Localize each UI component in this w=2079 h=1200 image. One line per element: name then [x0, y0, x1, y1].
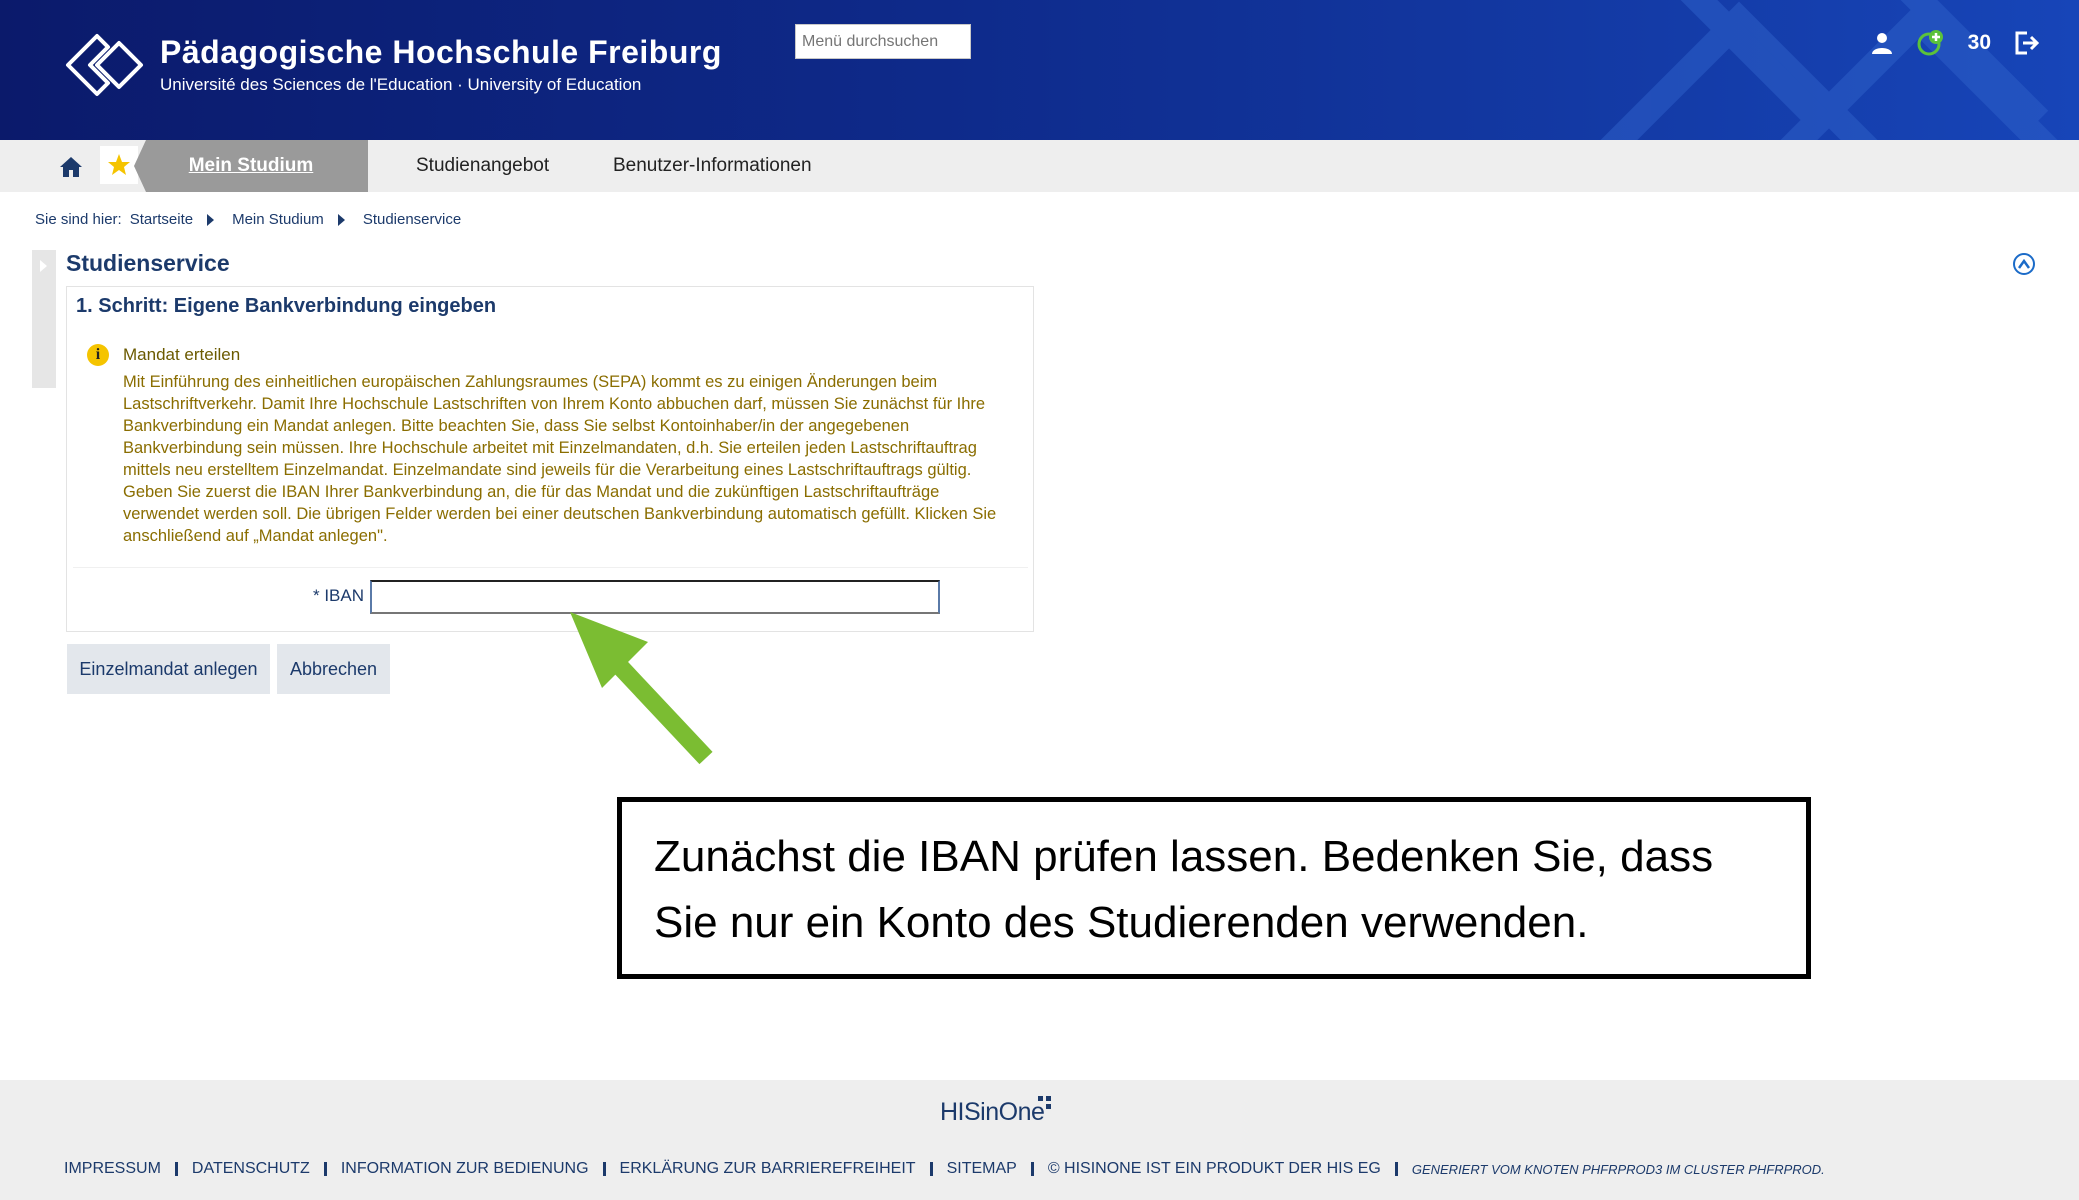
- logo-icon[interactable]: [64, 32, 146, 98]
- user-icon[interactable]: [1870, 31, 1894, 55]
- university-subtitle: Université des Sciences de l'Education ·…: [160, 75, 642, 94]
- breadcrumb-separator: [337, 213, 345, 226]
- university-title[interactable]: Pädagogische Hochschule Freiburg: [160, 34, 722, 71]
- info-icon: i: [87, 344, 109, 366]
- tab-mein-studium[interactable]: Mein Studium: [134, 140, 368, 192]
- menu-search-input[interactable]: [795, 24, 971, 59]
- tab-studienangebot[interactable]: Studienangebot: [416, 140, 549, 192]
- breadcrumb-mein-studium[interactable]: Mein Studium: [232, 211, 324, 228]
- step-title: 1. Schritt: Eigene Bankverbindung eingeb…: [76, 295, 497, 317]
- breadcrumb-separator: [207, 213, 215, 226]
- callout-line-1: Zunächst die IBAN prüfen lassen. Bedenke…: [654, 832, 1714, 881]
- header-decoration: [1600, 0, 2058, 140]
- iban-row: * IBAN: [73, 567, 1028, 617]
- footer-link-barrierefreiheit[interactable]: ERKLÄRUNG ZUR BARRIEREFREIHEIT: [620, 1160, 916, 1178]
- star-icon: [108, 154, 130, 175]
- main-navigation: Mein Studium Studienangebot Benutzer-Inf…: [0, 140, 2079, 192]
- notification-count: 30: [1967, 31, 1991, 54]
- notification-icon[interactable]: [1916, 28, 1946, 58]
- footer-logo[interactable]: HISinOne: [940, 1096, 1051, 1127]
- breadcrumb-studienservice[interactable]: Studienservice: [363, 211, 461, 228]
- cancel-button[interactable]: Abbrechen: [277, 644, 390, 694]
- favorites-button[interactable]: [100, 146, 138, 184]
- breadcrumb-startseite[interactable]: Startseite: [130, 211, 193, 228]
- page-title: Studienservice: [66, 250, 230, 276]
- tab-benutzer-informationen[interactable]: Benutzer-Informationen: [613, 140, 812, 192]
- logo-dots-icon: [1038, 1096, 1051, 1109]
- footer-link-his-eg[interactable]: © HISINONE IST EIN PRODUKT DER HIS EG: [1048, 1160, 1381, 1178]
- footer-link-sitemap[interactable]: SITEMAP: [947, 1160, 1017, 1178]
- footer-links: IMPRESSUM DATENSCHUTZ INFORMATION ZUR BE…: [64, 1160, 1825, 1178]
- footer-link-bedienung[interactable]: INFORMATION ZUR BEDIENUNG: [341, 1160, 589, 1178]
- footer-generated-text: GENERIERT VOM KNOTEN PHFRPROD3 IM CLUSTE…: [1411, 1161, 1825, 1177]
- callout-line-2: Sie nur ein Konto des Studierenden verwe…: [654, 898, 1589, 947]
- collapse-up-icon[interactable]: [2013, 253, 2035, 275]
- info-text: Mit Einführung des einheitlichen europäi…: [123, 373, 997, 545]
- footer: HISinOne IMPRESSUM DATENSCHUTZ INFORMATI…: [0, 1080, 2079, 1200]
- info-heading: Mandat erteilen: [123, 345, 241, 364]
- footer-logo-text: HISinOne: [940, 1098, 1045, 1126]
- annotation-arrow-icon: [570, 612, 713, 765]
- header-icons: 30: [1870, 28, 2039, 58]
- footer-link-impressum[interactable]: IMPRESSUM: [64, 1160, 161, 1178]
- bank-details-panel: 1. Schritt: Eigene Bankverbindung eingeb…: [66, 286, 1034, 632]
- footer-link-datenschutz[interactable]: DATENSCHUTZ: [192, 1160, 310, 1178]
- breadcrumb: Sie sind hier: Startseite Mein Studium S…: [35, 211, 461, 228]
- iban-label: * IBAN: [313, 586, 365, 605]
- logout-icon[interactable]: [2013, 30, 2039, 56]
- create-mandate-button[interactable]: Einzelmandat anlegen: [67, 644, 270, 694]
- breadcrumb-prefix: Sie sind hier:: [35, 211, 122, 228]
- annotation-callout: Zunächst die IBAN prüfen lassen. Bedenke…: [617, 797, 1811, 979]
- home-icon[interactable]: [58, 154, 84, 180]
- sidebar-toggle[interactable]: [32, 250, 56, 388]
- header: Pädagogische Hochschule Freiburg Univers…: [0, 0, 2079, 140]
